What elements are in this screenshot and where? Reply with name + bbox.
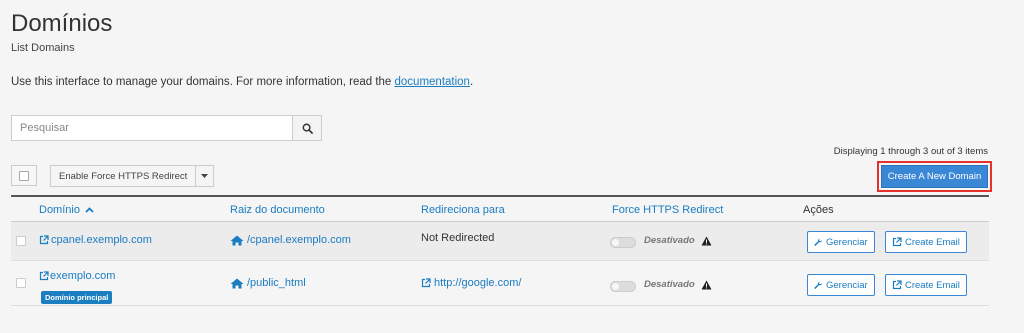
search-input[interactable] (11, 115, 292, 141)
wrench-icon (814, 237, 823, 246)
force-https-toggle[interactable] (610, 237, 636, 248)
header-domain[interactable]: Domínio (39, 204, 94, 216)
https-status-label: Desativado (644, 279, 695, 290)
caret-down-icon (201, 174, 209, 178)
intro-text-end: . (469, 76, 474, 88)
create-email-button[interactable]: Create Email (885, 274, 967, 296)
redirect-value: Not Redirected (421, 232, 495, 244)
external-link-icon (39, 271, 49, 281)
header-actions: Ações (803, 204, 834, 216)
manage-button-label: Gerenciar (826, 236, 868, 248)
table-row: cpanel.exemplo.com /cpanel.exemplo.com N… (11, 222, 989, 261)
select-all-checkbox[interactable] (11, 165, 37, 186)
enable-force-https-button[interactable]: Enable Force HTTPS Redirect (50, 165, 197, 187)
force-https-toggle[interactable] (610, 281, 636, 292)
manage-button[interactable]: Gerenciar (807, 231, 875, 253)
domain-link[interactable]: exemplo.com (39, 270, 115, 282)
intro-text-body: Use this interface to manage your domain… (11, 76, 395, 88)
domain-link[interactable]: cpanel.exemplo.com (39, 234, 152, 246)
create-email-label: Create Email (905, 236, 960, 248)
row-checkbox[interactable] (16, 278, 26, 288)
redirect-link[interactable]: http://google.com/ (421, 277, 521, 289)
documentation-link[interactable]: documentation (395, 76, 470, 88)
search-icon (302, 123, 313, 134)
create-email-button[interactable]: Create Email (885, 231, 967, 253)
page-title: Domínios (11, 10, 113, 37)
sort-asc-icon (85, 207, 94, 213)
search-button[interactable] (292, 115, 322, 141)
https-redirect-dropdown: Enable Force HTTPS Redirect (50, 165, 215, 187)
warning-icon (701, 280, 712, 289)
header-domain-label: Domínio (39, 204, 80, 216)
docroot-link[interactable]: /cpanel.exemplo.com (230, 234, 351, 246)
row-checkbox[interactable] (16, 236, 26, 246)
header-redirect[interactable]: Redireciona para (421, 204, 505, 216)
pagination-info: Displaying 1 through 3 out of 3 items (833, 146, 988, 157)
table-header: Domínio Raiz do documento Redireciona pa… (11, 195, 989, 222)
manage-button[interactable]: Gerenciar (807, 274, 875, 296)
external-link-icon (39, 235, 49, 245)
domains-table: Domínio Raiz do documento Redireciona pa… (11, 195, 989, 306)
docroot-path: /public_html (247, 277, 306, 289)
external-link-icon (892, 280, 902, 290)
create-domain-highlight: Create A New Domain (877, 161, 992, 192)
external-link-icon (892, 237, 902, 247)
https-status: Desativado (644, 279, 712, 290)
home-icon (230, 278, 244, 288)
docroot-path: /cpanel.exemplo.com (247, 234, 351, 246)
checkbox-box (19, 170, 29, 181)
manage-button-label: Gerenciar (826, 279, 868, 291)
https-status: Desativado (644, 235, 712, 246)
https-dropdown-toggle[interactable] (196, 165, 215, 187)
wrench-icon (814, 280, 823, 289)
domain-name: cpanel.exemplo.com (51, 234, 152, 246)
header-force-https[interactable]: Force HTTPS Redirect (612, 204, 723, 216)
create-new-domain-button[interactable]: Create A New Domain (881, 165, 988, 188)
https-status-label: Desativado (644, 235, 695, 246)
docroot-link[interactable]: /public_html (230, 277, 306, 289)
page-subtitle: List Domains (11, 42, 75, 54)
create-email-label: Create Email (905, 279, 960, 291)
header-docroot[interactable]: Raiz do documento (230, 204, 325, 216)
primary-domain-badge: Domínio principal (41, 291, 113, 304)
redirect-url: http://google.com/ (434, 277, 522, 289)
home-icon (230, 235, 244, 245)
domain-name: exemplo.com (50, 270, 116, 282)
intro-text: Use this interface to manage your domain… (11, 76, 473, 88)
search-bar (11, 115, 322, 141)
warning-icon (701, 236, 712, 245)
table-row: exemplo.com Domínio principal /public_ht… (11, 261, 989, 306)
external-link-icon (421, 278, 431, 288)
